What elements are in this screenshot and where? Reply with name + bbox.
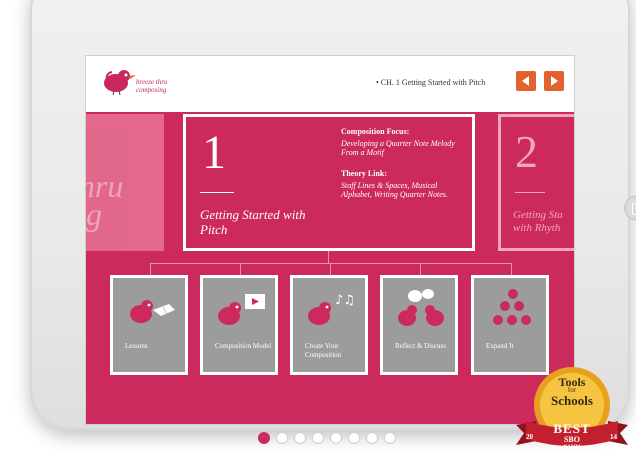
tile-expand-it-label: Expand It xyxy=(486,342,514,350)
connector-horizontal xyxy=(150,263,512,264)
svg-text:♪♫: ♪♫ xyxy=(335,293,355,308)
current-chapter-card[interactable]: 1 Getting Started with Pitch Composition… xyxy=(183,114,475,251)
next-chapter-title: Getting Sta with Rhyth xyxy=(513,209,574,235)
tile-reflect-discuss[interactable]: Reflect & Discuss xyxy=(380,275,458,375)
composition-focus-text: Developing a Quarter Note Melody From a … xyxy=(341,139,455,157)
bird-flock-icon xyxy=(493,289,531,325)
connector-drop-4 xyxy=(420,263,421,275)
birds-speech-bubbles-icon xyxy=(398,289,444,326)
tools-for-schools-award-badge: Tools for Schools BEST 20 14 SBO NAMM xyxy=(510,365,634,459)
next-chapter-number: 2 xyxy=(515,126,538,177)
bird-music-notes-icon: ♪♫ xyxy=(308,293,355,325)
tile-lessons[interactable]: Lessons xyxy=(110,275,188,375)
connector-vertical xyxy=(328,251,329,263)
next-chapter-divider xyxy=(515,192,545,193)
previous-chapter-button[interactable] xyxy=(516,71,536,91)
connector-drop-1 xyxy=(150,263,151,275)
badge-sbo: SBO xyxy=(563,435,580,444)
home-button[interactable] xyxy=(624,195,636,221)
page-dot-2[interactable] xyxy=(276,432,288,444)
previous-chapter-card[interactable]: thru ng xyxy=(86,114,164,251)
theory-link-text: Staff Lines & Spaces, Musical Alphabet, … xyxy=(341,181,448,199)
chapter-breadcrumb: • CH. 1 Getting Started with Pitch xyxy=(376,78,486,87)
connector-drop-5 xyxy=(511,263,512,275)
chapter-title: Getting Started with Pitch xyxy=(200,207,306,237)
theory-link-heading: Theory Link: xyxy=(341,169,388,178)
page-dot-6[interactable] xyxy=(348,432,360,444)
tile-create-composition[interactable]: ♪♫ Create Your Composition xyxy=(290,275,368,375)
page-dot-8[interactable] xyxy=(384,432,396,444)
page-dot-5[interactable] xyxy=(330,432,342,444)
chapter-divider xyxy=(200,192,234,193)
chapter-stage: thru ng 1 Getting Started with Pitch Com… xyxy=(86,112,574,424)
bird-book-icon xyxy=(130,300,175,323)
app-screen: breeze thru composing • CH. 1 Getting St… xyxy=(85,55,575,425)
triangle-right-icon xyxy=(551,76,558,86)
previous-chapter-title: thru ng xyxy=(86,170,123,232)
next-chapter-title-line1: Getting Sta xyxy=(513,209,563,221)
next-chapter-button[interactable] xyxy=(544,71,564,91)
next-chapter-title-line2: with Rhyth xyxy=(513,222,561,234)
page-dot-1[interactable] xyxy=(258,432,270,444)
page-dot-3[interactable] xyxy=(294,432,306,444)
app-logo: breeze thru composing xyxy=(100,66,170,102)
tile-expand-it[interactable]: Expand It xyxy=(471,275,549,375)
previous-chapter-title-line2: ng xyxy=(86,196,102,232)
tile-create-composition-label: Create Your Composition xyxy=(305,342,342,359)
badge-namm: NAMM xyxy=(563,445,581,450)
composition-focus-heading: Composition Focus: xyxy=(341,127,410,136)
page-dot-7[interactable] xyxy=(366,432,378,444)
triangle-left-icon xyxy=(522,76,529,86)
connector-drop-2 xyxy=(240,263,241,275)
tile-composition-model-label: Composition Model xyxy=(215,342,272,350)
bird-logo-icon xyxy=(104,70,136,96)
bird-video-icon xyxy=(218,294,265,325)
tile-composition-model[interactable]: Composition Model xyxy=(200,275,278,375)
tile-lessons-label: Lessons xyxy=(125,342,148,350)
page-dot-4[interactable] xyxy=(312,432,324,444)
badge-schools: Schools xyxy=(551,393,593,408)
next-chapter-card[interactable]: 2 Getting Sta with Rhyth xyxy=(498,114,574,251)
chapter-number: 1 xyxy=(202,126,226,179)
connector-drop-3 xyxy=(330,263,331,275)
header-bar: breeze thru composing • CH. 1 Getting St… xyxy=(86,56,574,112)
logo-text: breeze thru composing xyxy=(136,78,168,94)
tile-reflect-discuss-label: Reflect & Discuss xyxy=(395,342,446,350)
